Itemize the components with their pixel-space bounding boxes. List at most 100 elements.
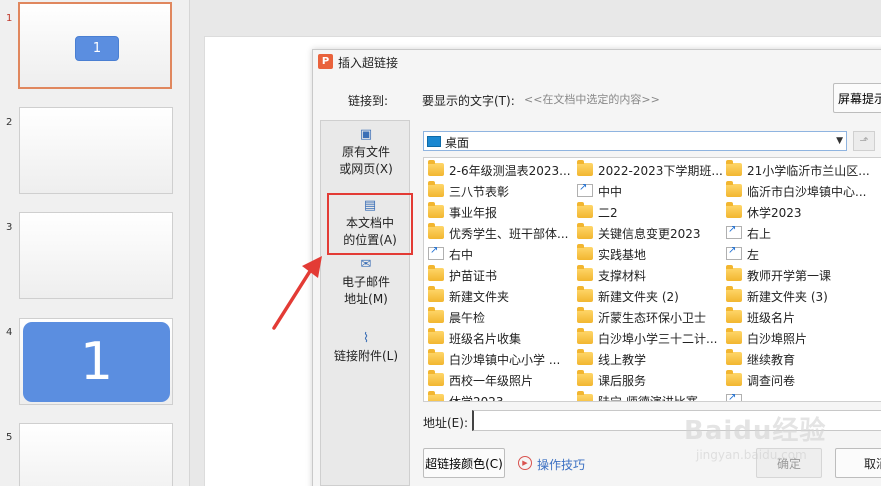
file-list-item[interactable]: 课后服务 xyxy=(573,370,723,390)
folder-icon xyxy=(577,244,593,260)
desktop-icon xyxy=(427,136,441,147)
file-list-item[interactable]: 沂蒙生态环保小卫士 xyxy=(573,307,723,327)
file-list-item[interactable]: 支撑材料 xyxy=(573,265,723,285)
file-list-item-label: 新建文件夹 (2) xyxy=(598,290,679,304)
folder-icon xyxy=(577,202,593,218)
slide-number-5: 5 xyxy=(6,432,13,443)
folder-icon xyxy=(428,286,444,302)
file-list-item-label: 新建文件夹 xyxy=(449,290,510,304)
file-list-item[interactable]: 21小学临沂市兰山区... xyxy=(722,160,872,180)
file-list-item[interactable]: 新建文件夹 xyxy=(424,286,574,306)
operation-tips-link[interactable]: 操作技巧 xyxy=(537,456,585,473)
slide-thumbnail-5[interactable] xyxy=(19,423,173,486)
link-option-attachment-label: 链接附件(L) xyxy=(333,349,399,363)
file-list-item-label: 休学2023 xyxy=(747,206,802,220)
link-option-email-line1: 电子邮件 xyxy=(341,275,390,289)
file-list-item-label: 21小学临沂市兰山区... xyxy=(747,164,870,178)
insert-hyperlink-dialog: P 插入超链接 链接到: 要显示的文字(T): 屏幕提示 ▣ 原有文件 或网页(… xyxy=(312,49,881,486)
file-list-item[interactable]: 关键信息变更2023 xyxy=(573,223,723,243)
file-list-item-label: 2022-2023下学期班... xyxy=(598,164,723,178)
folder-icon xyxy=(577,223,593,239)
file-list-item[interactable]: 二2 xyxy=(573,202,723,222)
file-list-item[interactable]: 左 xyxy=(722,244,872,264)
file-list-item[interactable]: 临沂市白沙埠镇中心... xyxy=(722,181,872,201)
folder-icon xyxy=(577,391,593,401)
folder-icon xyxy=(726,307,742,323)
file-list-item[interactable]: 右中 xyxy=(424,244,574,264)
file-list-item[interactable]: 2-6年级测温表2023... xyxy=(424,160,574,180)
file-list-item[interactable]: 实践基地 xyxy=(573,244,723,264)
wps-presentation-icon: P xyxy=(318,54,333,69)
file-list-item[interactable]: 事业年报 xyxy=(424,202,574,222)
slide-thumbnail-4[interactable]: 1 xyxy=(19,318,173,405)
file-list-item[interactable]: 2022-2023下学期班... xyxy=(573,160,723,180)
file-list-item[interactable] xyxy=(722,391,872,401)
file-list-item[interactable]: 中中 xyxy=(573,181,723,201)
slide-thumbnail-1-shape: 1 xyxy=(75,36,119,61)
folder-icon xyxy=(577,286,593,302)
file-list-item-label: 继续教育 xyxy=(747,353,796,367)
slide-thumbnail-2[interactable] xyxy=(19,107,173,194)
shortcut-icon xyxy=(726,224,742,239)
chevron-down-icon: ▼ xyxy=(836,136,843,146)
hyperlink-color-button[interactable]: 超链接颜色(C) xyxy=(423,448,505,478)
file-list-item[interactable]: 新建文件夹 (3) xyxy=(722,286,872,306)
display-text-input[interactable] xyxy=(524,90,824,108)
file-list-item[interactable]: 西校一年级照片 xyxy=(424,370,574,390)
file-list-item[interactable]: 新建文件夹 (2) xyxy=(573,286,723,306)
slide-thumbnail-pane: 1 1 2 3 4 1 5 xyxy=(0,0,190,486)
file-list-item[interactable]: 优秀学生、班干部体... xyxy=(424,223,574,243)
file-list[interactable]: 2-6年级测温表2023... 2022-2023下学期班... 21小学临沂市兰山… xyxy=(423,157,881,402)
file-list-item-label: 2-6年级测温表2023... xyxy=(449,164,571,178)
screentip-button[interactable]: 屏幕提示 xyxy=(833,83,881,113)
file-list-item[interactable]: 白沙埠镇中心小学 ... xyxy=(424,349,574,369)
file-list-item-label: 班级名片收集 xyxy=(449,332,522,346)
file-list-item-label: 事业年报 xyxy=(449,206,498,220)
file-list-item[interactable]: 继续教育 xyxy=(722,349,872,369)
file-list-item-label: 支撑材料 xyxy=(598,269,647,283)
file-list-item[interactable]: 班级名片收集 xyxy=(424,328,574,348)
file-list-item[interactable]: 调查问卷 xyxy=(722,370,872,390)
document-place-icon: ▤ xyxy=(363,198,377,213)
address-input[interactable] xyxy=(472,410,881,431)
slide-thumbnail-3[interactable] xyxy=(19,212,173,299)
file-list-item[interactable]: 线上教学 xyxy=(573,349,723,369)
up-one-level-button[interactable]: ⬏ xyxy=(853,131,875,151)
slide-number-2: 2 xyxy=(6,117,13,128)
shortcut-icon xyxy=(577,182,593,197)
link-option-attachment[interactable]: ⌇ 链接附件(L) xyxy=(321,331,411,365)
play-tips-icon[interactable]: ▶ xyxy=(518,456,532,470)
folder-icon xyxy=(428,307,444,323)
file-list-item[interactable]: 三八节表彰 xyxy=(424,181,574,201)
slide-number-3: 3 xyxy=(6,222,13,233)
file-list-item[interactable]: 陆宁 师德演讲比赛 xyxy=(573,391,723,401)
file-list-item-label: 二2 xyxy=(598,206,618,220)
file-list-item[interactable]: 班级名片 xyxy=(722,307,872,327)
dialog-titlebar[interactable]: P 插入超链接 xyxy=(313,50,881,74)
file-list-item[interactable]: 休学2023 xyxy=(722,202,872,222)
folder-icon xyxy=(726,328,742,344)
folder-icon xyxy=(577,328,593,344)
file-list-item[interactable]: 右上 xyxy=(722,223,872,243)
file-list-item[interactable]: 白沙埠小学三十二计... xyxy=(573,328,723,348)
link-option-existing-file[interactable]: ▣ 原有文件 或网页(X) xyxy=(321,127,411,178)
file-list-item[interactable]: 晨午检 xyxy=(424,307,574,327)
ok-button[interactable]: 确定 xyxy=(756,448,822,478)
file-list-item[interactable]: 休学2023 xyxy=(424,391,574,401)
shortcut-icon xyxy=(428,245,444,260)
file-list-item[interactable]: 白沙埠照片 xyxy=(722,328,872,348)
link-to-sidebar: ▣ 原有文件 或网页(X) ▤ 本文档中 的位置(A) ✉ 电子邮件 地址(M)… xyxy=(320,120,413,486)
file-list-item[interactable]: 教师开学第一课 xyxy=(722,265,872,285)
dialog-title: 插入超链接 xyxy=(338,56,399,70)
folder-icon xyxy=(428,265,444,281)
cancel-button[interactable]: 取消 xyxy=(835,448,881,478)
look-in-folder-select[interactable]: 桌面 ▼ xyxy=(423,131,847,151)
file-list-item-label: 实践基地 xyxy=(598,248,647,262)
file-list-item[interactable]: 护苗证书 xyxy=(424,265,574,285)
slide-thumbnail-1[interactable]: 1 xyxy=(18,2,172,89)
link-option-place-in-document[interactable]: ▤ 本文档中 的位置(A) xyxy=(327,193,413,255)
folder-icon xyxy=(726,160,742,176)
slide-number-1: 1 xyxy=(6,13,13,24)
link-option-email[interactable]: ✉ 电子邮件 地址(M) xyxy=(321,257,411,308)
folder-icon xyxy=(726,370,742,386)
